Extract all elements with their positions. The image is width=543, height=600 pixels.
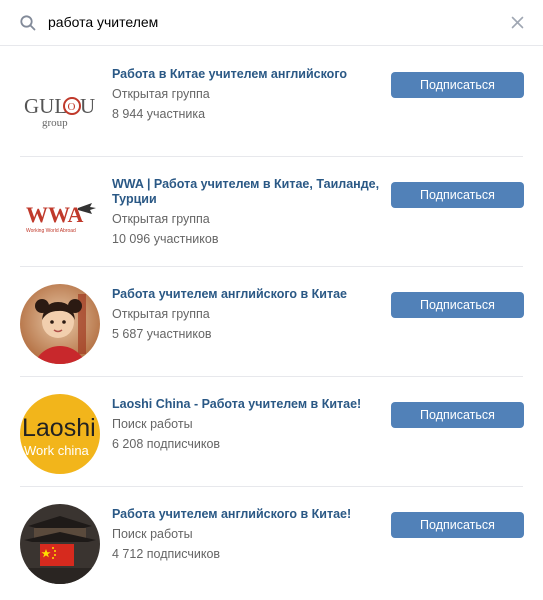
group-type: Поиск работы [112,417,193,431]
group-members-count: 10 096 участников [112,232,219,246]
group-members-count: 4 712 подписчиков [112,547,221,561]
group-members-count: 8 944 участника [112,107,206,121]
svg-text:Laoshi: Laoshi [22,414,96,442]
group-info: Laoshi China - Работа учителем в Китае! … [112,397,380,457]
laoshi-logo: Laoshi Work china [20,394,100,474]
child-photo-avatar [20,284,100,364]
wwa-logo: WWA Working World Abroad [20,174,100,254]
subscribe-button[interactable]: Подписаться [391,402,524,428]
group-type: Поиск работы [112,527,193,541]
group-title[interactable]: Работа учителем английского в Китае [112,287,380,302]
avatar[interactable]: Laoshi Work china [20,394,100,474]
list-item: Laoshi Work china Laoshi China - Работа … [0,376,543,486]
subscribe-button[interactable]: Подписаться [391,72,524,98]
group-info: Работа в Китае учителем английского Откр… [112,67,380,127]
subscribe-button[interactable]: Подписаться [391,182,524,208]
list-item: GUL O U group Работа в Китае учителем ан… [0,46,543,156]
group-title[interactable]: Работа учителем английского в Китае! [112,507,380,522]
search-input[interactable]: работа учителем [48,13,158,31]
close-icon[interactable] [510,15,525,30]
group-type: Открытая группа [112,307,210,321]
svg-text:Working World Abroad: Working World Abroad [26,228,76,234]
svg-text:U: U [80,94,95,118]
group-info: Работа учителем английского в Китае! Пои… [112,507,380,567]
group-list: GUL O U group Работа в Китае учителем ан… [0,46,543,596]
svg-text:O: O [68,101,76,113]
group-info: WWA | Работа учителем в Китае, Таиланде,… [112,177,380,252]
avatar[interactable] [20,284,100,364]
avatar[interactable]: WWA Working World Abroad [20,174,100,254]
group-title[interactable]: Работа в Китае учителем английского [112,67,380,82]
subscribe-button[interactable]: Подписаться [391,292,524,318]
list-item: Работа учителем английского в Китае Откр… [0,266,543,376]
avatar[interactable]: GUL O U group [20,64,100,144]
group-type: Открытая группа [112,212,210,226]
svg-text:GUL: GUL [24,94,67,118]
group-info: Работа учителем английского в Китае Откр… [112,287,380,347]
china-flag-avatar [20,504,100,584]
svg-text:group: group [42,117,68,129]
group-title[interactable]: WWA | Работа учителем в Китае, Таиланде,… [112,177,380,207]
group-members-count: 6 208 подписчиков [112,437,221,451]
subscribe-button[interactable]: Подписаться [391,512,524,538]
group-type: Открытая группа [112,87,210,101]
svg-text:Work china: Work china [24,443,90,458]
search-icon [20,15,36,31]
svg-text:WWA: WWA [26,202,84,227]
list-item: WWA Working World Abroad WWA | Работа уч… [0,156,543,266]
list-item: Работа учителем английского в Китае! Пои… [0,486,543,596]
gulou-logo: GUL O U group [20,64,100,144]
group-members-count: 5 687 участников [112,327,212,341]
avatar[interactable] [20,504,100,584]
search-bar: работа учителем [0,0,543,46]
group-title[interactable]: Laoshi China - Работа учителем в Китае! [112,397,380,412]
